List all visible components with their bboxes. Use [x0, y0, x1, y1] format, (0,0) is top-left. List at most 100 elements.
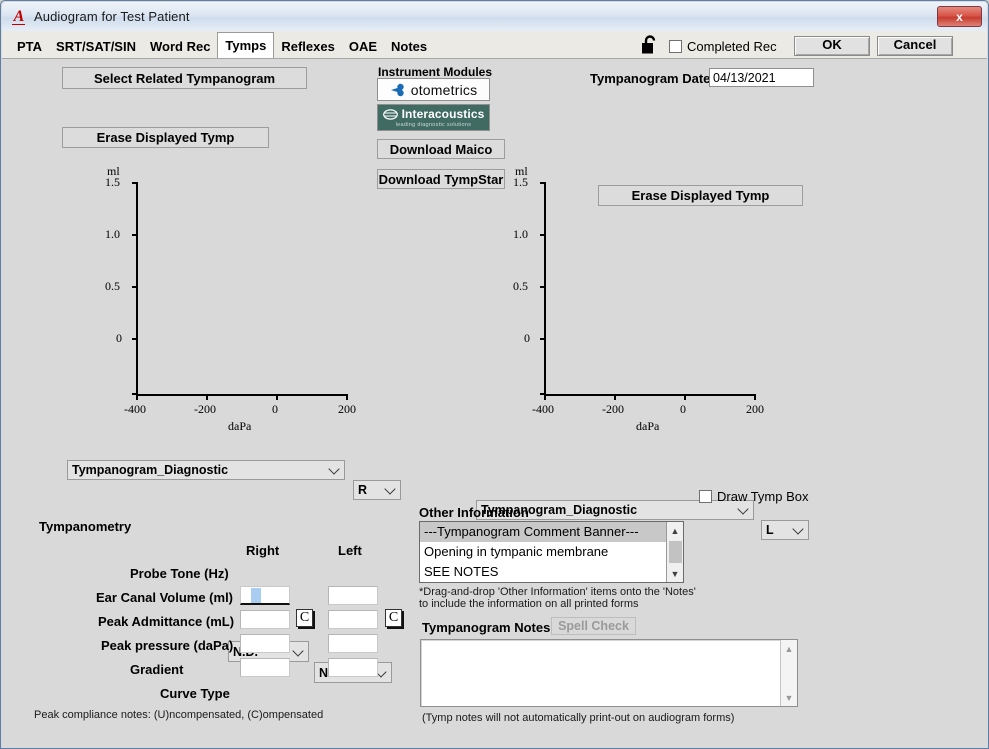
- list-item[interactable]: SEE NOTES: [420, 562, 683, 582]
- chevron-down-icon: [292, 644, 304, 657]
- chart-left-ytick-2: 0.5: [105, 279, 120, 293]
- tab-oae[interactable]: OAE: [342, 34, 384, 58]
- ear-right-value: L: [766, 523, 774, 537]
- draw-tymp-box-checkbox[interactable]: Draw Tymp Box: [699, 489, 809, 504]
- text-selection-highlight: [251, 588, 261, 603]
- chart-left-xtick-0: -400: [124, 402, 146, 416]
- chart-left-ytick-1: 1.0: [105, 227, 120, 241]
- tab-srt-sat-sin[interactable]: SRT/SAT/SIN: [49, 34, 143, 58]
- tympanogram-notes-label: Tympanogram Notes:: [422, 620, 555, 635]
- chart-left-ytick-0: 1.5: [105, 175, 120, 189]
- peak-admittance-left-input[interactable]: [328, 610, 378, 629]
- notes-scrollbar[interactable]: ▲ ▼: [780, 640, 797, 706]
- tymp-type-left-dropdown[interactable]: Tympanogram_Diagnostic: [67, 460, 345, 480]
- peak-pressure-right-input[interactable]: [240, 634, 290, 653]
- interacoustics-tagline: leading diagnostic solutions: [395, 122, 472, 128]
- chart-right-ytick-2: 0.5: [513, 279, 528, 293]
- gradient-right-input[interactable]: [240, 658, 290, 677]
- chart-right-x-label: daPa: [636, 419, 660, 433]
- list-item[interactable]: Opening in tympanic membrane: [420, 542, 683, 562]
- tymps-panel: Select Related Tympanogram Erase Display…: [2, 58, 987, 748]
- spell-check-button[interactable]: Spell Check: [551, 617, 636, 635]
- chart-left-ytick-3: 0: [116, 331, 122, 345]
- curve-type-label: Curve Type: [160, 686, 230, 701]
- column-header-right: Right: [246, 543, 280, 558]
- chevron-down-icon: [384, 483, 396, 495]
- chevron-down-icon: [737, 503, 749, 515]
- scroll-up-icon[interactable]: ▲: [781, 640, 797, 657]
- tympanogram-notes-footnote: (Tymp notes will not automatically print…: [422, 712, 735, 724]
- probe-tone-label: Probe Tone (Hz): [130, 566, 229, 581]
- completed-rec-box[interactable]: [669, 40, 682, 53]
- column-header-left: Left: [338, 543, 362, 558]
- draw-tymp-box-box[interactable]: [699, 490, 712, 503]
- instrument-modules-title: Instrument Modules: [378, 65, 493, 79]
- ear-canal-volume-left-input[interactable]: [328, 586, 378, 605]
- tympanogram-chart-right-ear: ml 1.5 1.0 0.5 0 -400 -200 0 200 daPa: [102, 164, 382, 433]
- interacoustics-label: Interacoustics: [401, 107, 485, 121]
- tab-pta[interactable]: PTA: [10, 34, 49, 58]
- other-information-listbox[interactable]: ---Tympanogram Comment Banner--- Opening…: [419, 521, 684, 583]
- ear-canal-volume-label: Ear Canal Volume (ml): [96, 590, 234, 605]
- chart-right-xtick-2: 0: [680, 402, 686, 416]
- scroll-down-icon[interactable]: ▼: [667, 565, 683, 582]
- tympanogram-date-label: Tympanogram Date:: [590, 71, 715, 86]
- ear-left-dropdown[interactable]: R: [353, 480, 401, 500]
- download-maico-button[interactable]: Download Maico: [377, 139, 505, 159]
- interacoustics-button[interactable]: Interacoustics leading diagnostic soluti…: [377, 104, 490, 131]
- tab-notes[interactable]: Notes: [384, 34, 434, 58]
- scrollbar-thumb[interactable]: [669, 541, 682, 563]
- chart-right-xtick-3: 200: [746, 402, 764, 416]
- cancel-button[interactable]: Cancel: [877, 36, 953, 56]
- peak-admittance-right-compensated-button[interactable]: C: [296, 609, 313, 627]
- audiogram-window: A Audiogram for Test Patient x PTA SRT/S…: [0, 0, 989, 749]
- chart-right-xtick-0: -400: [532, 402, 554, 416]
- scroll-down-icon[interactable]: ▼: [781, 689, 797, 706]
- ear-right-dropdown[interactable]: L: [761, 520, 809, 540]
- peak-admittance-left-compensated-button[interactable]: C: [385, 609, 402, 627]
- chart-right-ytick-0: 1.5: [513, 175, 528, 189]
- peak-pressure-left-input[interactable]: [328, 634, 378, 653]
- window-title: Audiogram for Test Patient: [34, 9, 190, 24]
- ear-left-value: R: [358, 483, 368, 497]
- tympanogram-date-input[interactable]: [709, 68, 814, 87]
- tympanogram-notes-textarea[interactable]: ▲ ▼: [420, 639, 798, 707]
- tympanometry-title: Tympanometry: [39, 519, 132, 534]
- chart-right-xtick-1: -200: [602, 402, 624, 416]
- otometrics-label: otometrics: [410, 81, 478, 98]
- otometrics-button[interactable]: otometrics: [377, 78, 490, 101]
- audiogram-a-icon: A: [12, 7, 25, 25]
- completed-rec-checkbox[interactable]: Completed Rec: [669, 39, 777, 54]
- peak-admittance-right-input[interactable]: [240, 610, 290, 629]
- tab-reflexes[interactable]: Reflexes: [274, 34, 341, 58]
- ear-canal-volume-right-input[interactable]: [240, 586, 290, 605]
- tympanogram-chart-left-ear: ml 1.5 1.0 0.5 0 -400 -200 0 200 daPa: [510, 164, 790, 433]
- ok-button[interactable]: OK: [794, 36, 870, 56]
- completed-rec-label: Completed Rec: [687, 39, 777, 54]
- tab-tymps[interactable]: Tymps: [217, 32, 275, 58]
- select-related-tympanogram-button[interactable]: Select Related Tympanogram: [62, 67, 307, 89]
- chart-right-ytick-1: 1.0: [513, 227, 528, 241]
- gradient-left-input[interactable]: [328, 658, 378, 677]
- gradient-label: Gradient: [130, 662, 184, 677]
- tab-word-rec[interactable]: Word Rec: [143, 34, 217, 58]
- tymp-type-left-value: Tympanogram_Diagnostic: [72, 463, 229, 477]
- chart-left-xtick-2: 0: [272, 402, 278, 416]
- other-information-scrollbar[interactable]: ▲ ▼: [666, 522, 683, 582]
- list-item[interactable]: ---Tympanogram Comment Banner---: [420, 522, 683, 542]
- download-tympstar-button[interactable]: Download TympStar: [377, 169, 505, 189]
- chart-left-xtick-1: -200: [194, 402, 216, 416]
- chart-right-ytick-3: 0: [524, 331, 530, 345]
- peak-admittance-label: Peak Admittance (mL): [98, 614, 235, 629]
- close-icon[interactable]: x: [937, 6, 982, 27]
- draw-tymp-box-label: Draw Tymp Box: [717, 489, 809, 504]
- otometrics-logo-icon: [390, 83, 404, 96]
- other-information-title: Other Information: [419, 505, 529, 520]
- chart-left-x-label: daPa: [228, 419, 252, 433]
- erase-displayed-tymp-left-button[interactable]: Erase Displayed Tymp: [62, 127, 269, 148]
- other-information-hint-line1: *Drag-and-drop 'Other Information' items…: [419, 586, 696, 598]
- peak-compliance-footnote: Peak compliance notes: (U)ncompensated, …: [34, 709, 324, 721]
- open-padlock-icon[interactable]: [641, 35, 659, 55]
- scroll-up-icon[interactable]: ▲: [667, 522, 683, 539]
- title-bar: A Audiogram for Test Patient x: [2, 2, 987, 31]
